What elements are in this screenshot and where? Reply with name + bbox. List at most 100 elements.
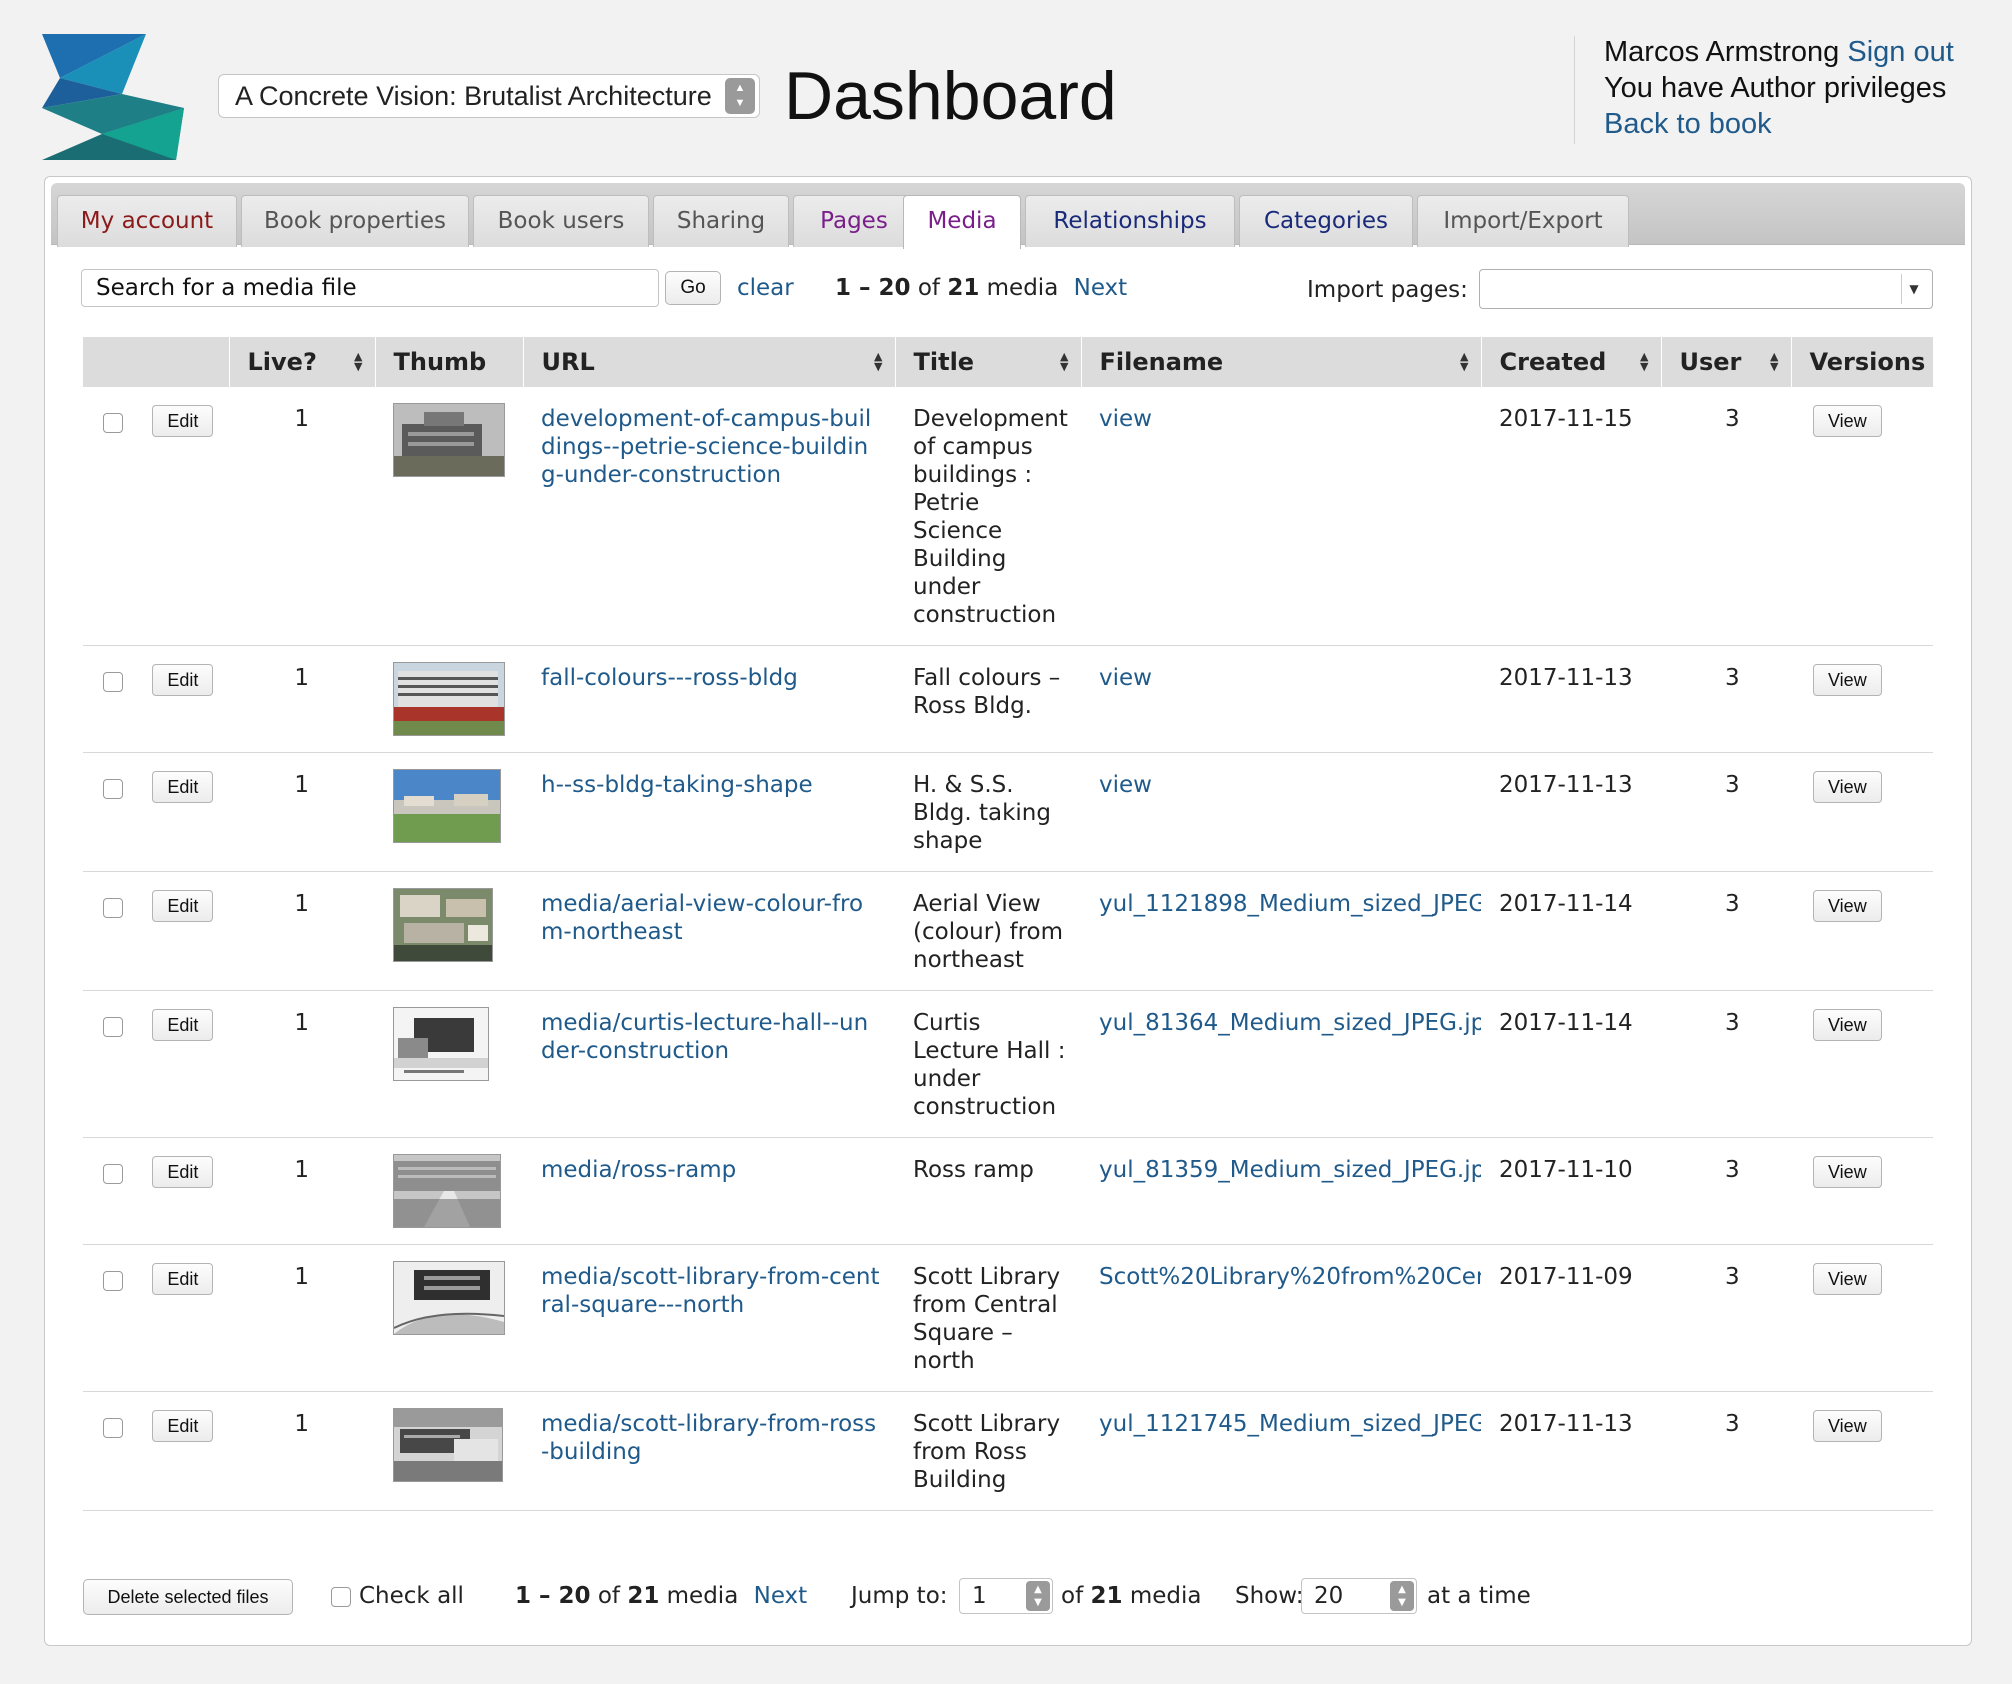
select-cell: Edit [83,1391,229,1511]
tab-sharing[interactable]: Sharing [653,195,789,247]
show-count-stepper[interactable]: 20 ▲ ▼ [1301,1578,1417,1614]
live-value: 1 [294,772,309,798]
tab-import-export[interactable]: Import/Export [1417,195,1629,247]
header-versions: Versions [1791,337,1934,387]
media-thumbnail[interactable] [393,1261,505,1335]
header-filename[interactable]: Filename ▲ ▼ [1081,337,1482,387]
media-url-link[interactable]: fall-colours---ross-bldg [541,665,798,691]
table-row: Edit 1 media/curtis-lecture-hall--under-… [83,990,1933,1138]
view-versions-button[interactable]: View [1813,890,1882,922]
media-url-link[interactable]: h--ss-bldg-taking-shape [541,772,813,798]
media-thumbnail[interactable] [393,769,501,843]
edit-button[interactable]: Edit [152,771,214,803]
media-url-link[interactable]: media/curtis-lecture-hall--under-constru… [541,1010,868,1064]
next-link[interactable]: Next [754,1583,808,1609]
header-url[interactable]: URL ▲ ▼ [523,337,896,387]
view-versions-button[interactable]: View [1813,405,1882,437]
media-table: Live? ▲ ▼ Thumb URL ▲ ▼ Title ▲ ▼ Filename ▲ ▼ C… [83,337,1934,1511]
url-cell: media/aerial-view-colour-from-northeast [523,871,895,991]
filename-link[interactable]: yul_1121898_Medium_sized_JPEG [1099,890,1481,918]
filename-link[interactable]: yul_1121745_Medium_sized_JPEG [1099,1410,1481,1438]
row-checkbox[interactable] [103,672,123,692]
media-url-link[interactable]: media/ross-ramp [541,1157,736,1183]
view-versions-button[interactable]: View [1813,664,1882,696]
view-versions-button[interactable]: View [1813,1156,1882,1188]
check-all-checkbox[interactable] [331,1587,351,1607]
media-thumbnail[interactable] [393,1007,489,1081]
go-button[interactable]: Go [665,271,721,305]
tab-categories[interactable]: Categories [1239,195,1413,247]
view-versions-button[interactable]: View [1813,1263,1882,1295]
header-user[interactable]: User ▲ ▼ [1661,337,1792,387]
media-search-input[interactable] [81,269,659,307]
user-cell: 3 [1661,1244,1791,1392]
created-cell: 2017-11-13 [1481,1391,1661,1511]
tab-pages[interactable]: Pages [793,195,915,247]
tab-label: Media [927,208,997,234]
media-thumbnail[interactable] [393,1408,503,1482]
view-versions-button[interactable]: View [1813,1009,1882,1041]
user-cell: 3 [1661,990,1791,1138]
filename-cell: yul_1121898_Medium_sized_JPEG [1081,871,1481,991]
row-checkbox[interactable] [103,1164,123,1184]
stepper-arrows-icon[interactable]: ▲ ▼ [1390,1581,1414,1611]
edit-button[interactable]: Edit [152,664,214,696]
next-link[interactable]: Next [1074,275,1128,301]
view-versions-button[interactable]: View [1813,1410,1882,1442]
filename-cell: view [1081,387,1481,646]
tab-my-account[interactable]: My account [57,195,237,247]
clear-link[interactable]: clear [737,269,794,307]
row-checkbox[interactable] [103,898,123,918]
created-cell: 2017-11-14 [1481,990,1661,1138]
edit-button[interactable]: Edit [152,1263,214,1295]
media-thumbnail[interactable] [393,888,493,962]
tab-book-properties[interactable]: Book properties [241,195,469,247]
media-thumbnail[interactable] [393,1154,501,1228]
back-to-book-link[interactable]: Back to book [1604,108,1772,140]
header-live[interactable]: Live? ▲ ▼ [229,337,376,387]
media-thumbnail[interactable] [393,662,505,736]
media-url-link[interactable]: media/aerial-view-colour-from-northeast [541,891,863,945]
filename-link[interactable]: view [1099,664,1481,692]
versions-cell: View [1791,990,1933,1138]
media-url-link[interactable]: media/scott-library-from-ross-building [541,1411,876,1465]
sign-out-link[interactable]: Sign out [1847,36,1953,68]
header-title[interactable]: Title ▲ ▼ [895,337,1082,387]
import-pages-select[interactable]: ▼ [1479,269,1933,309]
view-versions-button[interactable]: View [1813,771,1882,803]
media-url-link[interactable]: media/scott-library-from-central-square-… [541,1264,880,1318]
row-checkbox[interactable] [103,1418,123,1438]
edit-button[interactable]: Edit [152,1156,214,1188]
tab-book-users[interactable]: Book users [473,195,649,247]
jump-total-count: 21 [1090,1583,1123,1609]
user-cell: 3 [1661,1137,1791,1245]
stepper-arrows-icon[interactable]: ▲ ▼ [1026,1581,1050,1611]
filename-link[interactable]: view [1099,771,1481,799]
header-thumb: Thumb [375,337,524,387]
tab-relationships[interactable]: Relationships [1025,195,1235,247]
row-checkbox[interactable] [103,779,123,799]
filename-link[interactable]: view [1099,405,1481,433]
row-checkbox[interactable] [103,413,123,433]
versions-cell: View [1791,871,1933,991]
book-select[interactable]: A Concrete Vision: Brutalist Architectur… [218,74,760,118]
media-url-link[interactable]: development-of-campus-buildings--petrie-… [541,406,871,488]
header-created[interactable]: Created ▲ ▼ [1481,337,1662,387]
filename-link[interactable]: yul_81364_Medium_sized_JPEG.jp [1099,1009,1481,1037]
user-cell: 3 [1661,752,1791,872]
edit-button[interactable]: Edit [152,1410,214,1442]
sort-icon: ▲ ▼ [1460,350,1469,373]
sort-icon: ▲ ▼ [1060,350,1069,373]
edit-button[interactable]: Edit [152,1009,214,1041]
jump-to-stepper[interactable]: 1 ▲ ▼ [959,1578,1053,1614]
media-thumbnail[interactable] [393,403,505,477]
edit-button[interactable]: Edit [152,405,214,437]
tab-media[interactable]: Media [903,195,1021,249]
delete-selected-button[interactable]: Delete selected files [83,1579,293,1615]
filename-link[interactable]: yul_81359_Medium_sized_JPEG.jp [1099,1156,1481,1184]
edit-button[interactable]: Edit [152,890,214,922]
row-checkbox[interactable] [103,1017,123,1037]
row-checkbox[interactable] [103,1271,123,1291]
select-cell: Edit [83,871,229,991]
filename-link[interactable]: Scott%20Library%20from%20Centr [1099,1263,1481,1291]
